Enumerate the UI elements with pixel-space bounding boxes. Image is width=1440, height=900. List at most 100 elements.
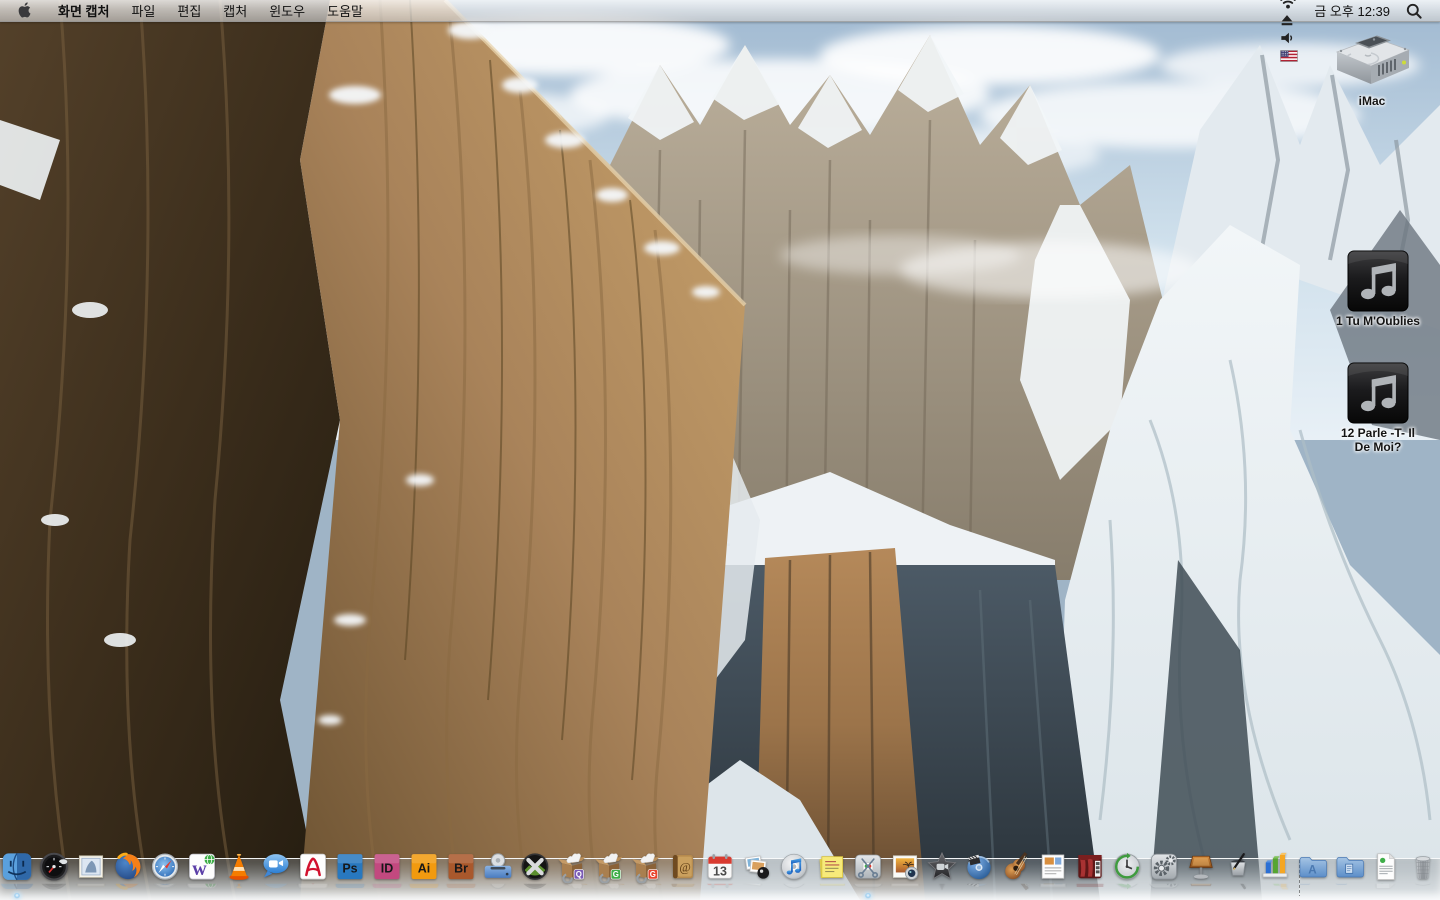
input-source-us-flag-icon[interactable] [1272,47,1306,65]
dock-item-idvd[interactable] [961,850,998,900]
dock-icon-reflection: @ [664,884,702,893]
dock-item-keynote[interactable] [1183,850,1220,900]
dock-item-time-machine[interactable] [1109,850,1146,900]
dock-icon-reflection [923,884,961,893]
dock-item-grab[interactable] [850,850,887,900]
desktop-icon-label: 12 Parle -T- IlDe Moi? [1341,426,1415,454]
dock-item-pages[interactable] [1220,850,1257,900]
desktop-icon-music-file-1[interactable]: 1 Tu M'Oublies [1316,250,1440,328]
menu-clock[interactable]: 금 오후 12:39 [1306,1,1398,20]
dock-icon-reflection [997,884,1035,893]
dock-icon-reflection [294,884,332,893]
dock-icon-reflection [1108,884,1146,893]
dock-icon-reflection [72,884,110,893]
dock-item-system-preferences[interactable] [1146,850,1183,900]
dock-item-finder[interactable] [0,850,36,900]
dock-item-address-book[interactable]: @ @ [665,850,702,900]
menu-item-2[interactable]: 캡처 [212,4,258,19]
dock-item-x-photo-app[interactable] [517,850,554,900]
running-indicator [865,893,871,899]
dock-icon-reflection: Ps [331,884,369,893]
dock-item-numbers[interactable] [1257,850,1294,900]
dock-item-iweb[interactable] [1035,850,1072,900]
dock-icon-reflection [1330,884,1368,893]
eject-icon[interactable] [1272,11,1306,29]
menu-item-0[interactable]: 파일 [120,4,166,19]
dock-item-archive-box-2[interactable]: G G [591,850,628,900]
dock-item-firefox[interactable] [110,850,147,900]
svg-text:Ps: Ps [342,861,357,875]
dock-item-toast[interactable] [480,850,517,900]
dock-icon-reflection: G [590,884,628,893]
app-menu-title[interactable]: 화면 캡처 [47,1,120,20]
dock-icon-reflection: w [183,884,221,893]
dock-item-vlc[interactable] [221,850,258,900]
menu-item-1[interactable]: 편집 [166,4,212,19]
dock-item-dashboard[interactable] [36,850,73,900]
dock-item-garageband[interactable] [998,850,1035,900]
dock-item-documents-folder[interactable] [1331,850,1368,900]
desktop-icon-label: iMac [1359,94,1386,108]
wifi-icon[interactable] [1272,0,1306,11]
dock-icon-reflection [1367,884,1405,893]
dock-item-ichat[interactable] [258,850,295,900]
spotlight-icon[interactable] [1398,2,1430,20]
menu-item-4[interactable]: 도움말 [316,4,374,19]
menu-item-3[interactable]: 윈도우 [258,4,316,19]
dock-item-illustrator[interactable]: Ai Ai [406,850,443,900]
dock-icon-reflection: ID [368,884,406,893]
dock-item-archive-box-1[interactable]: Q Q [554,850,591,900]
dock-item-bridge[interactable]: Br Br [443,850,480,900]
dock-item-image-capture[interactable] [739,850,776,900]
apple-menu[interactable] [10,1,47,21]
dock-item-trash[interactable] [1405,850,1440,900]
dock-item-mail[interactable] [73,850,110,900]
menu-bar: 화면 캡처 파일편집캡처윈도우도움말 금 오후 12:39 [0,0,1440,22]
dock-icon-reflection [849,884,887,893]
dock-icon-reflection: Br [442,884,480,893]
desktop-icon-music-file-2[interactable]: 12 Parle -T- IlDe Moi? [1316,362,1440,454]
dock-item-archive-box-3[interactable]: G G [628,850,665,900]
dock-icon-reflection [960,884,998,893]
dock: w w Ps Ps ID ID Ai Ai B [0,848,1440,900]
dock-icon-reflection [1071,884,1109,893]
dock-icon-reflection [1219,884,1257,893]
dock-icon-reflection: G [627,884,665,893]
desktop: 화면 캡처 파일편집캡처윈도우도움말 금 오후 12:39 iMac 1 Tu … [0,0,1440,900]
dock-icon-reflection [257,884,295,893]
dock-item-photo-booth[interactable] [1072,850,1109,900]
dock-icon-reflection [35,884,73,893]
dock-item-indesign[interactable]: ID ID [369,850,406,900]
svg-text:ID: ID [381,861,393,875]
svg-text:G: G [650,870,656,879]
dock-icon-reflection [1145,884,1183,893]
svg-text:Ai: Ai [418,861,430,875]
running-indicator [14,893,20,899]
apple-logo-icon [16,1,33,21]
dock-item-photoshop[interactable]: Ps Ps [332,850,369,900]
dock-icon-reflection [516,884,554,893]
dock-item-itunes[interactable] [776,850,813,900]
dock-icon-reflection [109,884,147,893]
dock-item-ical[interactable]: 13 13 [702,850,739,900]
svg-text:Br: Br [454,861,468,875]
svg-text:@: @ [679,861,690,875]
dock-item-safari[interactable] [147,850,184,900]
dock-item-acrobat[interactable] [295,850,332,900]
dock-icon-reflection [0,884,36,893]
dock-item-imovie[interactable] [924,850,961,900]
dock-item-text-document[interactable] [1368,850,1405,900]
volume-icon[interactable] [1272,29,1306,47]
dock-item-applications-folder[interactable]: A A [1294,850,1331,900]
dock-item-iphoto[interactable] [887,850,924,900]
dock-icon-reflection: Ai [405,884,443,893]
dock-icon-reflection: A [1293,884,1331,893]
dock-icon-reflection [220,884,258,893]
menu-bar-status: 금 오후 12:39 [1272,0,1430,65]
audio-file-icon [1347,362,1409,424]
dock-icon-reflection [886,884,924,893]
dock-item-w-globe-app[interactable]: w w [184,850,221,900]
svg-text:A: A [1308,864,1317,877]
dock-icon-reflection [812,884,850,893]
dock-item-stickies[interactable] [813,850,850,900]
